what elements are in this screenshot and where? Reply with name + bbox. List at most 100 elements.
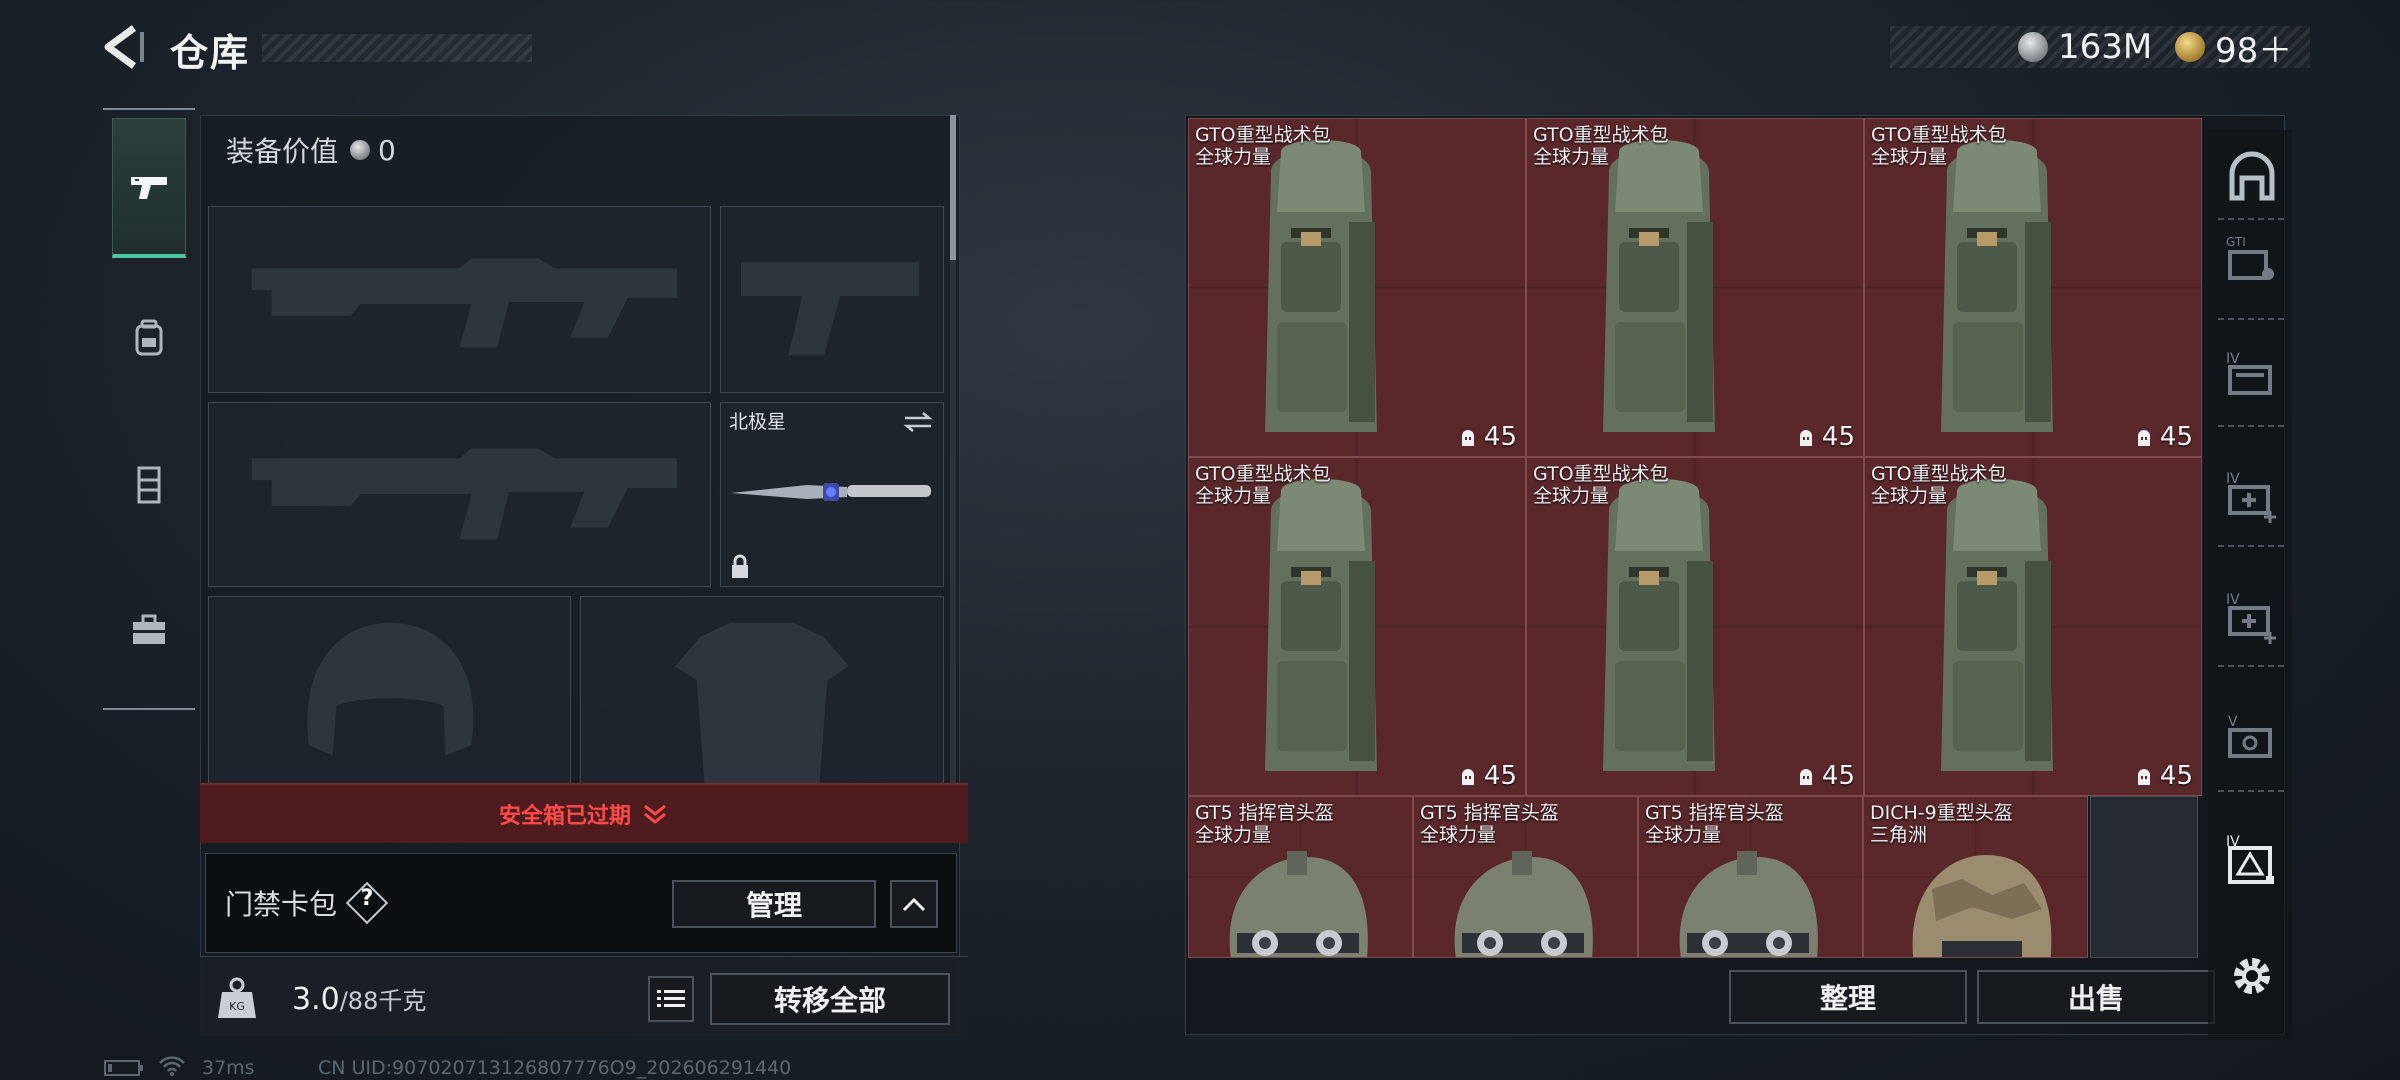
item-name: GT5 指挥官头盔 bbox=[1420, 802, 1559, 824]
pistol-silhouette-icon bbox=[740, 262, 920, 356]
gti-tag-icon[interactable]: GTI bbox=[2222, 230, 2282, 290]
storage-item[interactable]: GT5 指挥官头盔 全球力量 bbox=[1188, 796, 1413, 958]
armor-slot[interactable] bbox=[580, 596, 944, 786]
item-name: GT5 指挥官头盔 bbox=[1195, 802, 1334, 824]
backpack-icon bbox=[135, 319, 163, 356]
battery-icon bbox=[104, 1060, 144, 1076]
title-decoration bbox=[262, 34, 532, 62]
back-arrow-icon[interactable] bbox=[100, 22, 150, 72]
tab-backpack[interactable] bbox=[112, 268, 186, 408]
toolbox-icon bbox=[133, 614, 165, 644]
helmet-item-icon bbox=[1229, 851, 1368, 957]
iv-medkit-plus-icon[interactable]: IV bbox=[2222, 586, 2282, 646]
rail-divider bbox=[2218, 545, 2284, 547]
backpack-item-icon bbox=[1265, 479, 1377, 771]
iv-medkit-icon[interactable]: IV bbox=[2222, 465, 2282, 525]
safe-box-expired-banner[interactable]: 安全箱已过期 bbox=[200, 783, 968, 843]
item-faction: 全球力量 bbox=[1645, 824, 1722, 846]
durability-icon bbox=[1799, 430, 1812, 446]
helmet-slot[interactable] bbox=[208, 596, 571, 786]
iv-folder-icon[interactable]: IV bbox=[2222, 345, 2282, 405]
safe-box-status: 安全箱已过期 bbox=[498, 804, 631, 829]
item-faction: 三角洲 bbox=[1870, 824, 1928, 846]
helmet-item-icon bbox=[1679, 851, 1818, 957]
item-name: GTO重型战术包 bbox=[1533, 124, 1669, 146]
collapse-button[interactable] bbox=[890, 880, 938, 928]
tab-toolbox[interactable] bbox=[112, 560, 186, 700]
manage-button[interactable]: 管理 bbox=[672, 880, 876, 928]
item-name: GT5 指挥官头盔 bbox=[1645, 802, 1784, 824]
transfer-all-button[interactable]: 转移全部 bbox=[710, 973, 950, 1025]
item-durability: 45 bbox=[1798, 761, 1855, 791]
backpack-item-icon bbox=[1941, 140, 2053, 432]
home-icon[interactable] bbox=[2222, 148, 2282, 208]
storage-item[interactable]: GT5 指挥官头盔 全球力量 bbox=[1413, 796, 1638, 958]
rail-divider bbox=[2218, 790, 2284, 792]
backpack-item-icon bbox=[1603, 479, 1715, 771]
v-radio-icon[interactable]: V bbox=[2222, 708, 2282, 768]
item-faction: 全球力量 bbox=[1195, 824, 1272, 846]
iv-warning-icon[interactable]: IV bbox=[2222, 828, 2282, 888]
rifle-silhouette-icon bbox=[251, 258, 678, 348]
settings-gear-icon[interactable] bbox=[2222, 946, 2282, 1006]
list-icon bbox=[657, 990, 685, 1007]
swap-arrows-icon[interactable] bbox=[901, 409, 935, 435]
item-durability-value: 45 bbox=[1483, 761, 1517, 791]
item-name: GTO重型战术包 bbox=[1871, 463, 2007, 485]
tab-weapons[interactable] bbox=[112, 118, 186, 258]
sell-button[interactable]: 出售 bbox=[1977, 970, 2215, 1024]
rail-divider bbox=[2218, 425, 2284, 427]
item-faction: 全球力量 bbox=[1871, 485, 1948, 507]
item-faction: 全球力量 bbox=[1533, 485, 1610, 507]
durability-icon bbox=[2137, 430, 2150, 446]
storage-item[interactable]: GTO重型战术包 全球力量 45 bbox=[1188, 457, 1526, 796]
silver-amount: 163M bbox=[2058, 27, 2153, 67]
item-faction: 全球力量 bbox=[1420, 824, 1497, 846]
help-icon[interactable]: ? bbox=[352, 886, 382, 920]
storage-item[interactable]: DICH-9重型头盔 三角洲 bbox=[1863, 796, 2088, 958]
item-name: GTO重型战术包 bbox=[1533, 463, 1669, 485]
item-name: GTO重型战术包 bbox=[1871, 124, 2007, 146]
durability-icon bbox=[1461, 769, 1474, 785]
pistol-icon bbox=[131, 176, 167, 199]
item-name: GTO重型战术包 bbox=[1195, 124, 1331, 146]
equipment-value-amount: 0 bbox=[378, 133, 396, 167]
equipment-value: 装备价值 0 bbox=[226, 130, 396, 170]
storage-item[interactable]: GTO重型战术包 全球力量 45 bbox=[1526, 118, 1864, 457]
equipment-value-label: 装备价值 bbox=[226, 135, 339, 168]
gold-currency[interactable]: 98＋ bbox=[2175, 26, 2292, 71]
pistol-slot[interactable] bbox=[720, 206, 944, 393]
list-view-button[interactable] bbox=[648, 976, 694, 1022]
storage-item[interactable]: GTO重型战术包 全球力量 45 bbox=[1526, 457, 1864, 796]
storage-item[interactable]: GT5 指挥官头盔 全球力量 bbox=[1638, 796, 1863, 958]
item-faction: 全球力量 bbox=[1871, 146, 1948, 168]
melee-slot[interactable]: 北极星 bbox=[720, 402, 944, 587]
secondary-weapon-slot[interactable] bbox=[208, 402, 711, 587]
backpack-item-icon bbox=[1265, 140, 1377, 432]
item-durability-value: 45 bbox=[1821, 422, 1855, 452]
tab-vest[interactable] bbox=[112, 414, 186, 554]
silver-currency: 163M bbox=[2018, 26, 2152, 68]
storage-item[interactable]: GTO重型战术包 全球力量 45 bbox=[1864, 118, 2202, 457]
equipment-scroll-thumb[interactable] bbox=[950, 115, 956, 260]
empty-storage-cell[interactable] bbox=[2090, 796, 2198, 958]
rifle-silhouette-icon bbox=[251, 448, 678, 540]
svg-text:GTI: GTI bbox=[2226, 235, 2246, 249]
svg-text:V: V bbox=[2228, 714, 2238, 730]
ping-readout: 37ms bbox=[202, 1057, 255, 1079]
item-durability: 45 bbox=[2136, 761, 2193, 791]
silver-coin-icon bbox=[350, 140, 371, 160]
item-durability: 45 bbox=[1798, 422, 1855, 452]
svg-text:IV: IV bbox=[2226, 351, 2240, 367]
storage-item[interactable]: GTO重型战术包 全球力量 45 bbox=[1864, 457, 2202, 796]
knife-icon bbox=[731, 483, 931, 501]
organize-button[interactable]: 整理 bbox=[1729, 970, 1967, 1024]
item-faction: 全球力量 bbox=[1195, 485, 1272, 507]
weight-max: /88千克 bbox=[339, 987, 427, 1015]
item-durability-value: 45 bbox=[1483, 422, 1517, 452]
svg-text:IV: IV bbox=[2226, 592, 2240, 608]
item-durability: 45 bbox=[1460, 761, 1517, 791]
primary-weapon-slot[interactable] bbox=[208, 206, 711, 393]
rail-divider bbox=[2218, 665, 2284, 667]
storage-item[interactable]: GTO重型战术包 全球力量 45 bbox=[1188, 118, 1526, 457]
